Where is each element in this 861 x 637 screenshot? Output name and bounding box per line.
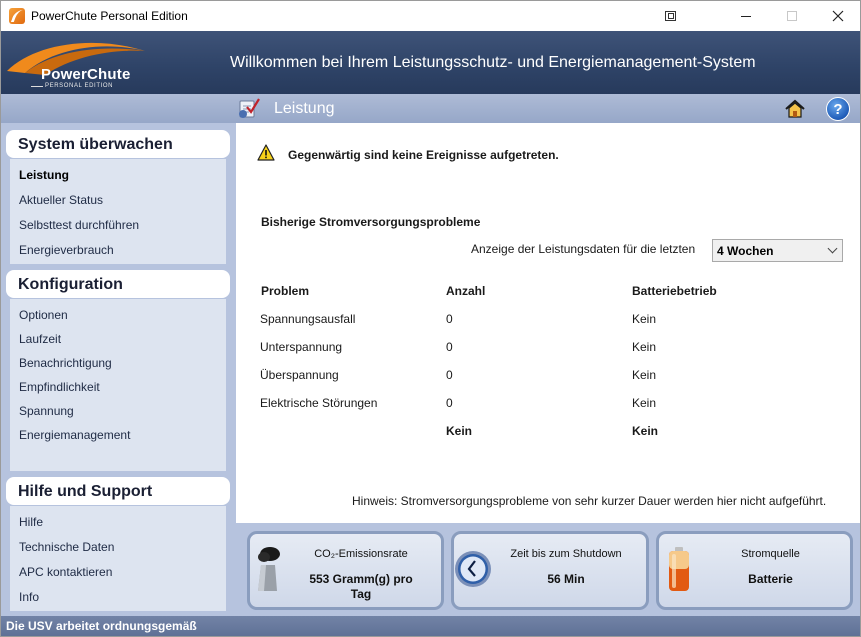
- section-bar: [1, 94, 860, 123]
- sidebar-item-benachrichtigung[interactable]: Benachrichtigung: [19, 356, 112, 370]
- col-header-problem: Problem: [261, 284, 310, 298]
- logo-subtitle: PERSONAL EDITION: [30, 83, 114, 89]
- status-text: Die USV arbeitet ordnungsgemäß: [6, 619, 197, 633]
- chevron-down-icon: [827, 243, 838, 254]
- note-text: Hinweis: Stromversorgungsprobleme von se…: [352, 494, 827, 508]
- sidebar-item-optionen[interactable]: Optionen: [19, 308, 68, 322]
- co2-label: CO₂-Emissionsrate: [314, 548, 408, 560]
- section-title: Leistung: [274, 100, 335, 117]
- cell-problem: Überspannung: [260, 368, 339, 382]
- sidebar-item-energiemanagement[interactable]: Energiemanagement: [19, 428, 130, 442]
- battery-icon: [669, 547, 689, 591]
- sidebar-item-hilfe[interactable]: Hilfe: [19, 515, 43, 529]
- sidebar-heading-configuration[interactable]: Konfiguration: [6, 270, 230, 298]
- title-bar: PowerChute Personal Edition: [1, 1, 860, 31]
- sidebar-item-selbsttest[interactable]: Selbsttest durchführen: [19, 218, 139, 232]
- power-source-value: Batterie: [748, 572, 793, 586]
- co2-value-line2: Tag: [350, 587, 372, 601]
- warning-icon: [257, 144, 275, 161]
- sidebar-heading-help[interactable]: Hilfe und Support: [6, 477, 230, 505]
- compact-view-icon: [664, 11, 676, 21]
- sidebar-item-laufzeit[interactable]: Laufzeit: [19, 332, 61, 346]
- cell-battery: Kein: [632, 368, 657, 382]
- cell-battery: Kein: [632, 340, 657, 354]
- app-window: PowerChute Personal Edition PowerChute P…: [0, 0, 861, 637]
- cell-battery: Kein: [632, 312, 657, 326]
- maximize-button[interactable]: [769, 1, 815, 31]
- sidebar-item-leistung[interactable]: Leistung: [19, 168, 69, 182]
- welcome-title: Willkommen bei Ihrem Leistungsschutz- un…: [230, 54, 756, 71]
- window-title: PowerChute Personal Edition: [31, 9, 188, 23]
- total-battery: Kein: [632, 424, 659, 438]
- cell-count: 0: [446, 368, 453, 382]
- cell-problem: Unterspannung: [260, 340, 343, 354]
- sidebar-item-apc-kontaktieren[interactable]: APC kontaktieren: [19, 565, 112, 579]
- sidebar-item-info[interactable]: Info: [19, 590, 39, 604]
- col-header-count: Anzahl: [446, 284, 486, 298]
- minimize-icon: [741, 15, 751, 17]
- period-label: Anzeige der Leistungsdaten für die letzt…: [471, 242, 696, 256]
- maximize-icon: [787, 11, 797, 21]
- app-logo-icon: [9, 8, 25, 24]
- question-mark-icon: ?: [833, 100, 843, 118]
- close-icon: [832, 10, 844, 22]
- sidebar-item-technische-daten[interactable]: Technische Daten: [19, 540, 114, 554]
- compact-view-button[interactable]: [647, 1, 693, 31]
- total-count: Kein: [446, 424, 473, 438]
- cell-count: 0: [446, 396, 453, 410]
- col-header-battery: Batteriebetrieb: [632, 284, 717, 298]
- sidebar-item-aktueller-status[interactable]: Aktueller Status: [19, 193, 103, 207]
- sidebar-item-energieverbrauch[interactable]: Energieverbrauch: [19, 243, 114, 257]
- cell-count: 0: [446, 340, 453, 354]
- close-button[interactable]: [815, 1, 861, 31]
- sidebar-item-empfindlichkeit[interactable]: Empfindlichkeit: [19, 380, 100, 394]
- shutdown-label: Zeit bis zum Shutdown: [510, 548, 622, 560]
- factory-icon: [258, 547, 280, 591]
- period-select[interactable]: 4 Wochen: [712, 239, 843, 262]
- performance-checklist-icon: [239, 98, 260, 118]
- home-icon[interactable]: [784, 98, 806, 120]
- minimize-button[interactable]: [723, 1, 769, 31]
- co2-value-line1: 553 Gramm(g) pro: [309, 572, 413, 586]
- sidebar-heading-monitor[interactable]: System überwachen: [6, 130, 230, 158]
- shutdown-value: 56 Min: [547, 572, 585, 586]
- power-source-label: Stromquelle: [741, 548, 800, 560]
- co2-value: 553 Gramm(g) pro Tag: [291, 572, 431, 602]
- help-button[interactable]: ?: [826, 97, 850, 121]
- sidebar-item-spannung[interactable]: Spannung: [19, 404, 74, 418]
- logo-text: PowerChute: [41, 66, 131, 83]
- cell-problem: Spannungsausfall: [260, 312, 356, 326]
- cell-problem: Elektrische Störungen: [260, 396, 378, 410]
- alert-message: Gegenwärtig sind keine Ereignisse aufget…: [288, 148, 559, 162]
- clock-icon: [455, 551, 491, 587]
- cell-battery: Kein: [632, 396, 657, 410]
- period-select-value: 4 Wochen: [717, 244, 774, 258]
- cell-count: 0: [446, 312, 453, 326]
- history-title: Bisherige Stromversorgungsprobleme: [261, 215, 481, 229]
